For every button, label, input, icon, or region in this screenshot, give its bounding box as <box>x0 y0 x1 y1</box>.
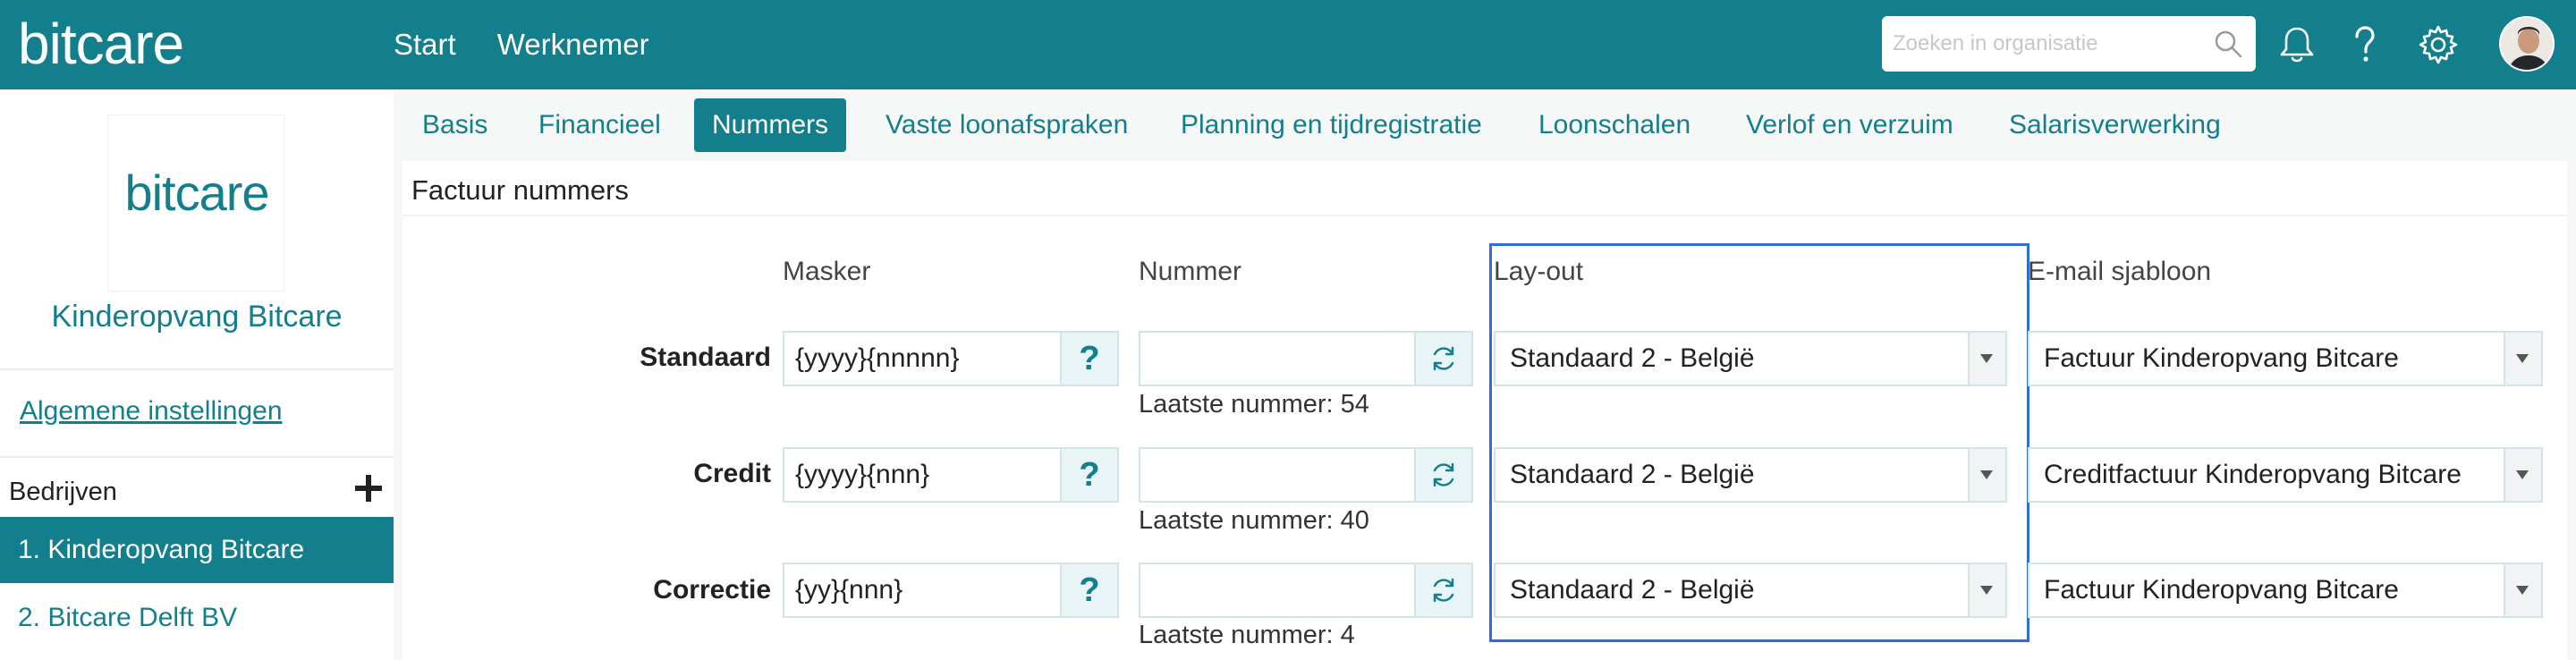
mask-input-standaard[interactable] <box>783 331 1062 386</box>
sidebar-item-company-1[interactable]: 1. Kinderopvang Bitcare <box>0 517 394 583</box>
search-input[interactable] <box>1882 16 2186 72</box>
chevron-down-icon <box>1980 586 1993 595</box>
app-logo[interactable]: bitcare <box>18 11 184 77</box>
row-label-correctie: Correctie <box>653 575 771 605</box>
email-template-select-standaard[interactable]: Factuur Kinderopvang Bitcare <box>2028 331 2543 386</box>
gear-icon[interactable] <box>2415 21 2462 68</box>
layout-select-value: Standaard 2 - België <box>1510 575 1755 605</box>
mask-input-credit[interactable] <box>783 447 1062 503</box>
row-label-credit: Credit <box>693 459 771 488</box>
email-template-select-value: Factuur Kinderopvang Bitcare <box>2044 575 2399 605</box>
search-box <box>1882 16 2256 72</box>
chevron-down-icon <box>1980 354 1993 363</box>
organisation-name: Kinderopvang Bitcare <box>51 300 343 334</box>
tab-financieel[interactable]: Financieel <box>528 98 672 152</box>
tab-loonschalen[interactable]: Loonschalen <box>1528 98 1701 152</box>
last-number-standaard: Laatste nummer: 54 <box>1139 390 1369 419</box>
sidebar-divider <box>0 456 394 458</box>
layout-select-value: Standaard 2 - België <box>1510 460 1755 489</box>
dropdown-toggle[interactable] <box>1968 333 2005 385</box>
number-input-standaard[interactable] <box>1139 331 1416 386</box>
panel-title: Factuur nummers <box>411 174 629 206</box>
main-content: Basis Financieel Nummers Vaste loonafspr… <box>394 89 2576 660</box>
dropdown-toggle[interactable] <box>2504 564 2541 616</box>
number-input-credit[interactable] <box>1139 447 1416 503</box>
organisation-logo: bitcare <box>107 114 284 292</box>
nav-werknemer[interactable]: Werknemer <box>497 25 649 64</box>
email-template-select-value: Factuur Kinderopvang Bitcare <box>2044 343 2399 373</box>
tab-verlof-en-verzuim[interactable]: Verlof en verzuim <box>1735 98 1964 152</box>
refresh-icon <box>1433 462 1454 487</box>
nav-start[interactable]: Start <box>394 25 456 64</box>
column-header-mask: Masker <box>783 257 871 286</box>
layout-select-credit[interactable]: Standaard 2 - België <box>1494 447 2007 503</box>
refresh-icon <box>1433 578 1454 603</box>
bell-icon[interactable] <box>2274 21 2320 68</box>
sidebar-divider <box>0 368 394 370</box>
chevron-down-icon <box>2516 354 2529 363</box>
top-nav: Start Werknemer <box>394 25 649 64</box>
refresh-number-button-standaard[interactable] <box>1414 331 1473 386</box>
number-input-correctie[interactable] <box>1139 563 1416 618</box>
sidebar-item-company-2[interactable]: 2. Bitcare Delft BV <box>0 585 394 651</box>
dropdown-toggle[interactable] <box>1968 449 2005 501</box>
mask-help-button-correctie[interactable]: ? <box>1060 563 1119 618</box>
email-template-select-value: Creditfactuur Kinderopvang Bitcare <box>2044 460 2462 489</box>
email-template-select-credit[interactable]: Creditfactuur Kinderopvang Bitcare <box>2028 447 2543 503</box>
last-number-credit: Laatste nummer: 40 <box>1139 506 1369 535</box>
sidebar-item-general-settings[interactable]: Algemene instellingen <box>20 393 283 429</box>
mask-input-correctie[interactable] <box>783 563 1062 618</box>
chevron-down-icon <box>1980 470 1993 479</box>
tab-salarisverwerking[interactable]: Salarisverwerking <box>1998 98 2232 152</box>
chevron-down-icon <box>2516 586 2529 595</box>
column-header-number: Nummer <box>1139 257 1242 286</box>
avatar-image <box>2501 18 2553 70</box>
last-number-correctie: Laatste nummer: 4 <box>1139 621 1355 649</box>
email-template-select-correctie[interactable]: Factuur Kinderopvang Bitcare <box>2028 563 2543 618</box>
invoice-numbers-panel: Factuur nummers Masker Nummer Lay-out E-… <box>402 161 2567 660</box>
layout-select-value: Standaard 2 - België <box>1510 343 1755 373</box>
dropdown-toggle[interactable] <box>2504 449 2541 501</box>
help-icon[interactable] <box>2342 21 2388 68</box>
top-bar: bitcare Start Werknemer <box>0 0 2576 89</box>
sidebar: bitcare Kinderopvang Bitcare Algemene in… <box>0 89 394 660</box>
tab-vaste-loonafspraken[interactable]: Vaste loonafspraken <box>875 98 1139 152</box>
refresh-number-button-correctie[interactable] <box>1414 563 1473 618</box>
row-label-standaard: Standaard <box>640 343 771 372</box>
refresh-number-button-credit[interactable] <box>1414 447 1473 503</box>
layout-select-correctie[interactable]: Standaard 2 - België <box>1494 563 2007 618</box>
user-avatar[interactable] <box>2499 16 2555 72</box>
tab-basis[interactable]: Basis <box>411 98 498 152</box>
mask-help-button-credit[interactable]: ? <box>1060 447 1119 503</box>
tab-planning-en-tijdregistratie[interactable]: Planning en tijdregistratie <box>1170 98 1493 152</box>
layout-select-standaard[interactable]: Standaard 2 - België <box>1494 331 2007 386</box>
dropdown-toggle[interactable] <box>2504 333 2541 385</box>
panel-divider <box>402 215 2567 216</box>
dropdown-toggle[interactable] <box>1968 564 2005 616</box>
tab-nummers[interactable]: Nummers <box>694 98 847 152</box>
column-header-email-template: E-mail sjabloon <box>2028 257 2212 286</box>
add-company-icon[interactable] <box>352 472 385 504</box>
organisation-logo-text: bitcare <box>124 165 269 221</box>
companies-heading: Bedrijven <box>9 478 117 506</box>
refresh-icon <box>1433 346 1454 371</box>
mask-help-button-standaard[interactable]: ? <box>1060 331 1119 386</box>
chevron-down-icon <box>2516 470 2529 479</box>
search-icon[interactable] <box>2213 29 2243 59</box>
